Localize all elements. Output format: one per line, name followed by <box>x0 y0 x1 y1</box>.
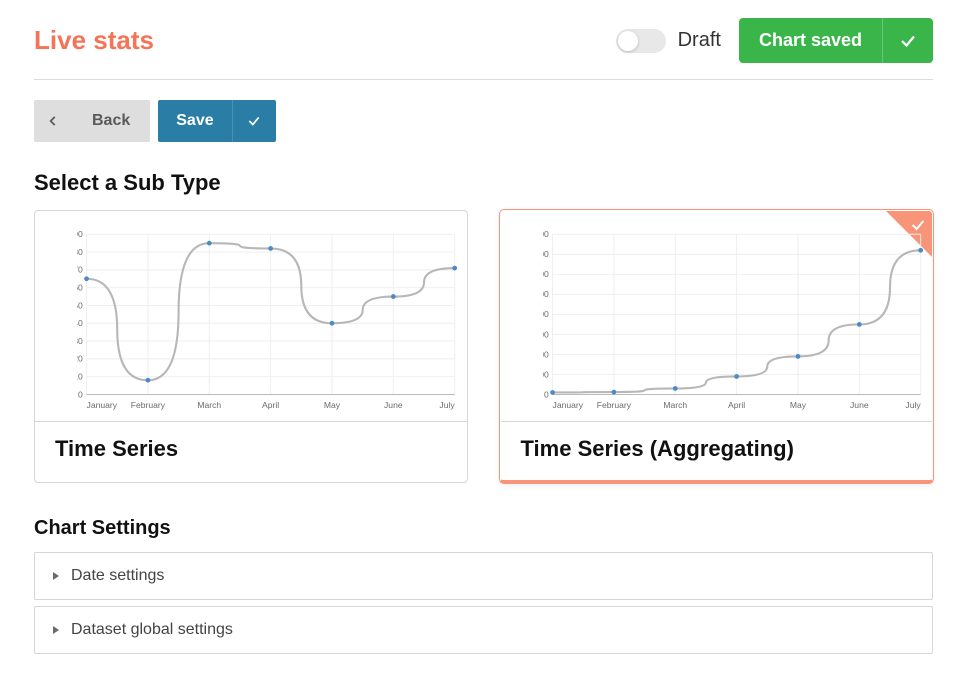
card-time-series-label: Time Series <box>35 421 467 480</box>
svg-text:60: 60 <box>77 283 83 293</box>
panel-dataset-global-settings[interactable]: Dataset global settings <box>34 606 933 654</box>
save-button[interactable]: Save <box>158 100 231 142</box>
save-confirm-button[interactable] <box>232 100 276 142</box>
chart-saved-badge: Chart saved <box>739 18 933 63</box>
svg-text:10: 10 <box>77 372 83 382</box>
svg-text:50: 50 <box>77 300 83 310</box>
svg-text:30: 30 <box>77 336 83 346</box>
svg-text:500: 500 <box>543 289 549 299</box>
chevron-left-icon <box>46 114 60 128</box>
svg-text:April: April <box>262 400 279 410</box>
svg-text:March: March <box>197 400 221 410</box>
check-icon <box>882 18 933 63</box>
check-icon <box>247 114 261 128</box>
svg-text:July: July <box>905 400 921 410</box>
back-chevron-button[interactable] <box>34 100 72 142</box>
card-time-series-aggregating-label: Time Series (Aggregating) <box>501 421 933 480</box>
caret-right-icon <box>51 571 61 581</box>
svg-text:700: 700 <box>543 249 549 259</box>
svg-text:800: 800 <box>543 229 549 239</box>
svg-text:600: 600 <box>543 269 549 279</box>
draft-toggle-label: Draft <box>678 29 721 52</box>
caret-right-icon <box>51 625 61 635</box>
svg-text:May: May <box>789 400 806 410</box>
card-time-series-aggregating-preview: 0 100 200 300 400 500 600 700 800 January February… <box>501 211 933 421</box>
svg-text:0: 0 <box>78 389 83 399</box>
svg-text:March: March <box>663 400 687 410</box>
svg-text:20: 20 <box>77 354 83 364</box>
svg-text:300: 300 <box>543 329 549 339</box>
svg-text:400: 400 <box>543 309 549 319</box>
subtype-card-row: 0 10 20 30 40 50 60 70 80 90 January February March A… <box>34 210 933 483</box>
panel-dataset-global-settings-label: Dataset global settings <box>71 621 233 639</box>
back-button[interactable]: Back <box>72 100 150 142</box>
svg-text:February: February <box>596 400 631 410</box>
svg-text:January: January <box>87 400 118 410</box>
svg-text:40: 40 <box>77 318 83 328</box>
svg-text:80: 80 <box>77 247 83 257</box>
select-subtype-heading: Select a Sub Type <box>34 170 933 196</box>
card-time-series-aggregating[interactable]: 0 100 200 300 400 500 600 700 800 January February… <box>500 210 934 483</box>
svg-text:70: 70 <box>77 265 83 275</box>
svg-text:June: June <box>850 400 869 410</box>
chart-settings-heading: Chart Settings <box>34 517 933 540</box>
svg-text:January: January <box>552 400 583 410</box>
card-time-series-preview: 0 10 20 30 40 50 60 70 80 90 January February March A… <box>35 211 467 421</box>
svg-text:0: 0 <box>543 389 548 399</box>
svg-text:100: 100 <box>543 369 549 379</box>
svg-text:February: February <box>131 400 166 410</box>
svg-text:June: June <box>384 400 403 410</box>
card-time-series[interactable]: 0 10 20 30 40 50 60 70 80 90 January February March A… <box>34 210 468 483</box>
svg-text:April: April <box>728 400 745 410</box>
svg-text:90: 90 <box>77 229 83 239</box>
panel-date-settings[interactable]: Date settings <box>34 552 933 600</box>
svg-text:May: May <box>324 400 341 410</box>
page-title: Live stats <box>34 25 616 56</box>
svg-text:200: 200 <box>543 349 549 359</box>
chart-saved-badge-text: Chart saved <box>739 18 882 63</box>
panel-date-settings-label: Date settings <box>71 567 164 585</box>
svg-text:July: July <box>439 400 455 410</box>
draft-toggle[interactable] <box>616 29 666 53</box>
